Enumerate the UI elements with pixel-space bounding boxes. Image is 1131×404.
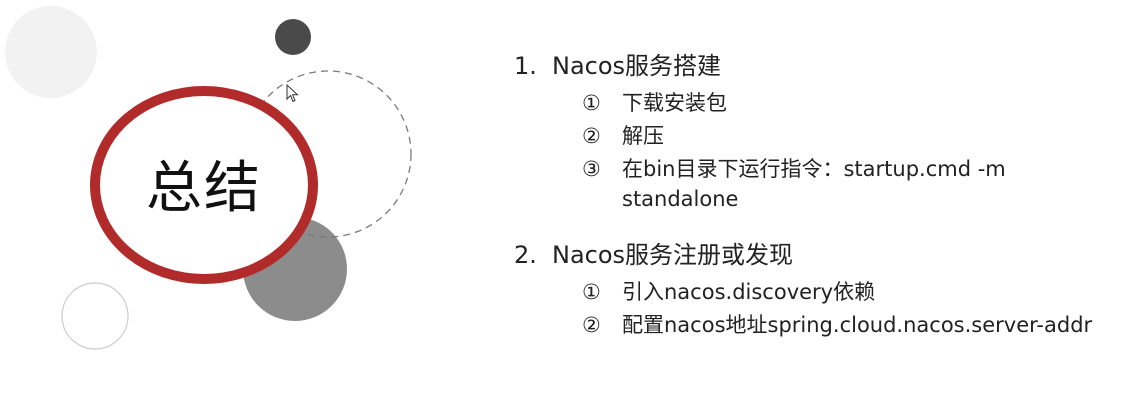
step-list: ① 引入nacos.discovery依赖 ② 配置nacos地址spring.… xyxy=(514,277,1114,340)
list-item: ① 下载安装包 xyxy=(582,88,1114,118)
circled-number-marker: ① xyxy=(582,91,601,115)
list-item-text: 配置nacos地址spring.cloud.nacos.server-addr xyxy=(622,313,1093,337)
section-nacos-discovery: 2. Nacos服务注册或发现 ① 引入nacos.discovery依赖 ② … xyxy=(514,237,1114,340)
mouse-cursor-icon xyxy=(286,84,299,103)
list-item: ② 配置nacos地址spring.cloud.nacos.server-add… xyxy=(582,310,1114,340)
list-item: ② 解压 xyxy=(582,121,1114,151)
section-number: 1. xyxy=(514,52,537,80)
circled-number-marker: ② xyxy=(582,313,601,337)
section-heading: 1. Nacos服务搭建 xyxy=(514,48,1114,84)
circled-number-marker: ② xyxy=(582,124,601,148)
list-item-text: 引入nacos.discovery依赖 xyxy=(622,280,876,304)
list-item: ③ 在bin目录下运行指令：startup.cmd -m standalone xyxy=(582,154,1114,214)
slide: 总结 1. Nacos服务搭建 ① 下载安装包 ② 解压 ③ 在bin目录下运行… xyxy=(0,0,1131,404)
slide-title: 总结 xyxy=(146,155,262,221)
list-item: ① 引入nacos.discovery依赖 xyxy=(582,277,1114,307)
section-number: 2. xyxy=(514,241,537,269)
title-ring: 总结 xyxy=(88,84,320,286)
list-item-text: 下载安装包 xyxy=(622,91,727,115)
step-list: ① 下载安装包 ② 解压 ③ 在bin目录下运行指令：startup.cmd -… xyxy=(514,88,1114,214)
circled-number-marker: ③ xyxy=(582,157,601,181)
list-item-text: 解压 xyxy=(622,124,664,148)
summary-outline: 1. Nacos服务搭建 ① 下载安装包 ② 解压 ③ 在bin目录下运行指令：… xyxy=(514,48,1114,343)
outline-circle xyxy=(61,282,129,350)
section-title: Nacos服务搭建 xyxy=(552,52,722,80)
circled-number-marker: ① xyxy=(582,280,601,304)
section-nacos-setup: 1. Nacos服务搭建 ① 下载安装包 ② 解压 ③ 在bin目录下运行指令：… xyxy=(514,48,1114,214)
list-item-text: 在bin目录下运行指令：startup.cmd -m standalone xyxy=(622,157,1006,211)
section-heading: 2. Nacos服务注册或发现 xyxy=(514,237,1114,273)
light-gray-circle xyxy=(5,6,97,98)
section-title: Nacos服务注册或发现 xyxy=(552,241,794,269)
dark-gray-circle xyxy=(275,19,311,55)
